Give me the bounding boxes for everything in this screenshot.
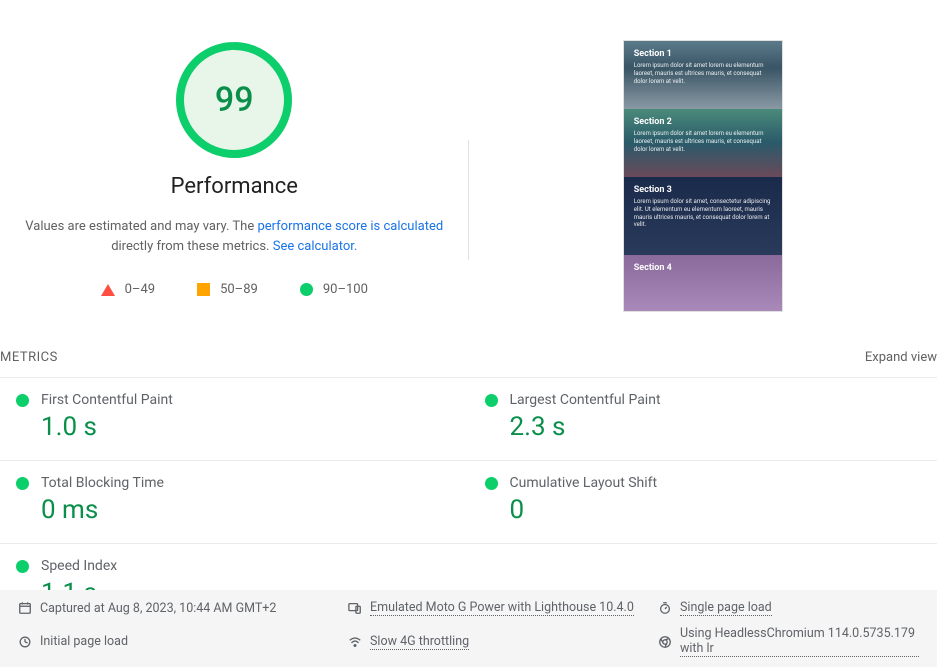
score-value: 99 [174, 40, 294, 160]
chrome-icon [658, 635, 672, 649]
wifi-icon [348, 635, 362, 649]
footer-throttling: Slow 4G throttling [348, 626, 648, 657]
metric-fcp[interactable]: First Contentful Paint 1.0 s [0, 378, 469, 461]
metric-lcp[interactable]: Largest Contentful Paint 2.3 s [469, 378, 937, 461]
metric-tbt[interactable]: Total Blocking Time 0 ms [0, 461, 469, 544]
status-dot-icon [16, 560, 29, 573]
status-dot-icon [16, 394, 29, 407]
metric-cls[interactable]: Cumulative Layout Shift 0 [469, 461, 937, 544]
footer-device: Emulated Moto G Power with Lighthouse 10… [348, 600, 648, 616]
page-screenshot: Section 1Lorem ipsum dolor sit amet lore… [623, 40, 783, 312]
footer-captured: Captured at Aug 8, 2023, 10:44 AM GMT+2 [18, 600, 338, 616]
triangle-icon [101, 284, 115, 296]
timer-icon [658, 601, 672, 615]
performance-summary: 99 Performance Values are estimated and … [0, 40, 469, 312]
category-title: Performance [0, 174, 469, 199]
legend-average: 50–89 [197, 282, 258, 297]
footer-initial: Initial page load [18, 626, 338, 657]
legend-fail: 0–49 [101, 282, 155, 297]
metrics-heading: METRICS [0, 350, 58, 365]
runtime-settings: Captured at Aug 8, 2023, 10:44 AM GMT+2 … [0, 590, 937, 667]
score-legend: 0–49 50–89 90–100 [0, 282, 469, 297]
status-dot-icon [485, 477, 498, 490]
status-dot-icon [16, 477, 29, 490]
circle-icon [300, 283, 313, 296]
refresh-icon [18, 635, 32, 649]
footer-pageload: Single page load [658, 600, 919, 616]
devices-icon [348, 601, 362, 615]
description: Values are estimated and may vary. The p… [0, 217, 469, 256]
score-gauge: 99 [174, 40, 294, 160]
calendar-icon [18, 601, 32, 615]
footer-browser: Using HeadlessChromium 114.0.5735.179 wi… [658, 626, 919, 657]
legend-pass: 90–100 [300, 282, 368, 297]
score-calc-link[interactable]: performance score is calculated [257, 219, 443, 234]
calculator-link[interactable]: See calculator. [273, 239, 358, 254]
status-dot-icon [485, 394, 498, 407]
square-icon [197, 283, 210, 296]
expand-view-toggle[interactable]: Expand view [865, 350, 937, 365]
